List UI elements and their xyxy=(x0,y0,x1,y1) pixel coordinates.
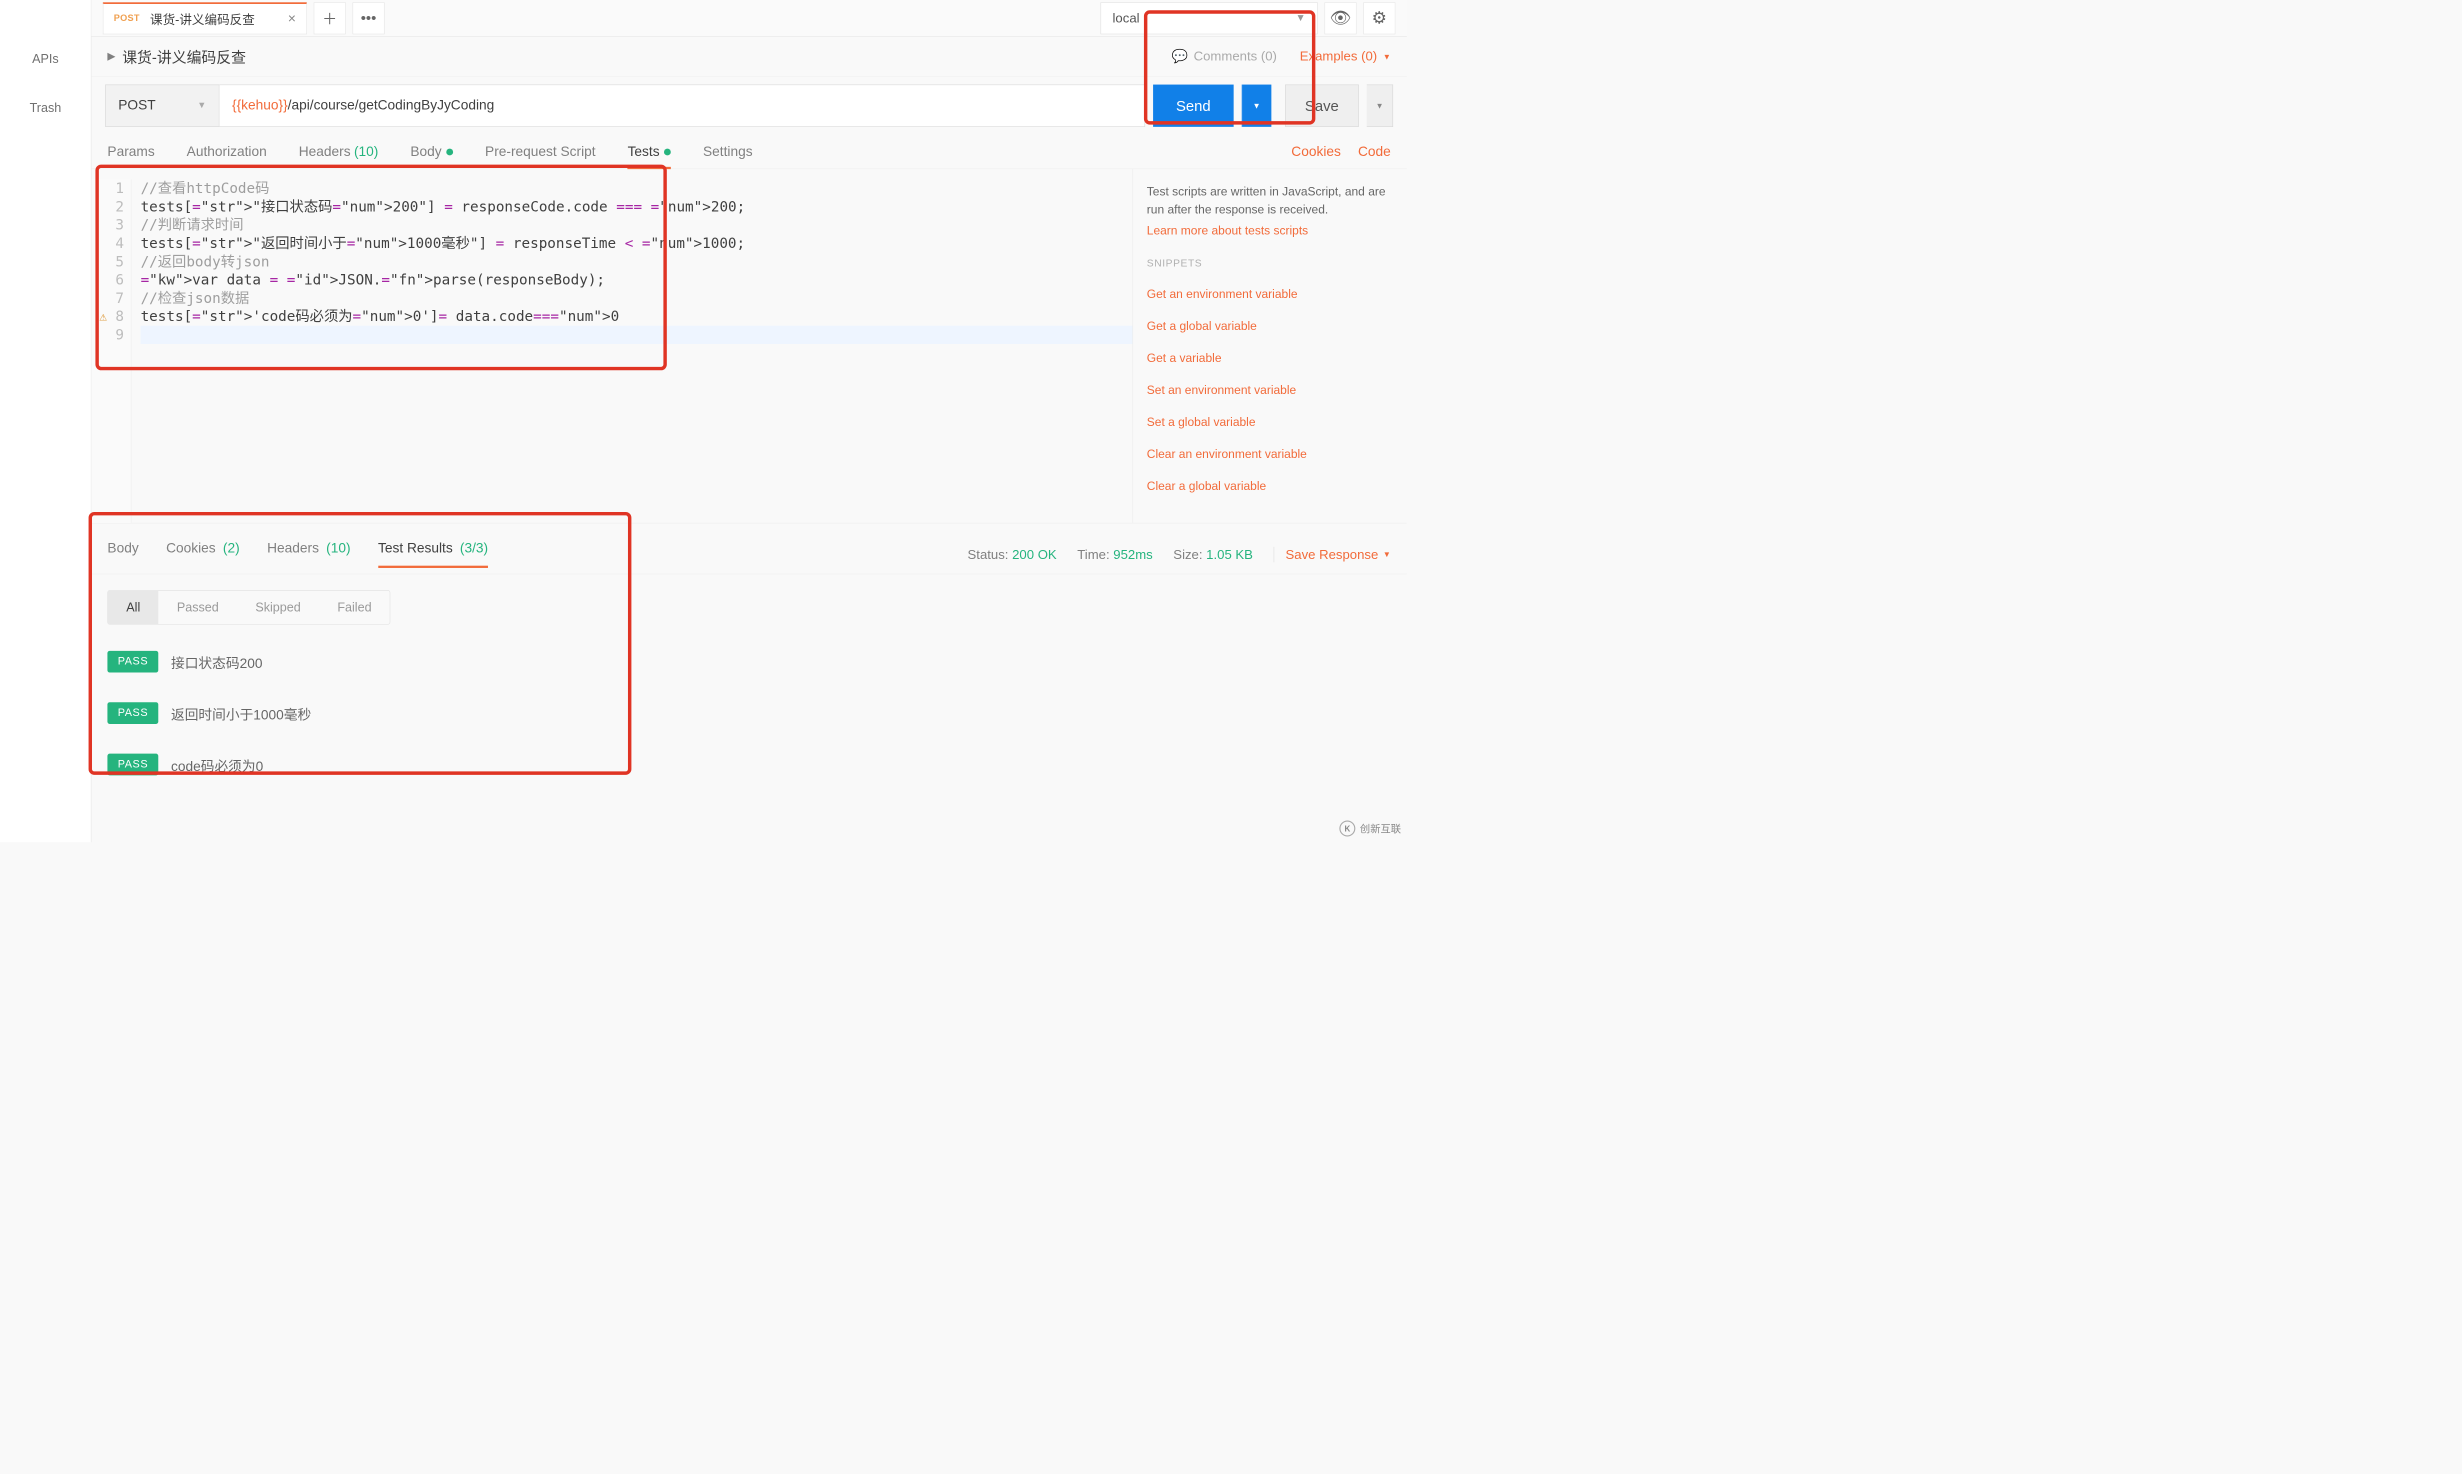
result-filter-row: All Passed Skipped Failed xyxy=(91,574,1406,630)
tab-prerequest[interactable]: Pre-request Script xyxy=(485,135,596,169)
left-sidebar: APIs Trash xyxy=(0,0,91,842)
snippets-panel: Test scripts are written in JavaScript, … xyxy=(1133,169,1407,523)
save-button[interactable]: Save xyxy=(1285,85,1359,127)
snippet-item[interactable]: Clear a global variable xyxy=(1147,480,1393,494)
snippet-item[interactable]: Set a global variable xyxy=(1147,416,1393,430)
request-subtabs: Params Authorization Headers (10) Body P… xyxy=(91,135,1406,169)
chevron-down-icon: ▼ xyxy=(197,101,206,111)
tab-headers[interactable]: Headers (10) xyxy=(299,135,379,169)
filter-passed[interactable]: Passed xyxy=(159,591,238,624)
environment-select[interactable]: local ▼ xyxy=(1101,2,1318,34)
filter-failed[interactable]: Failed xyxy=(319,591,390,624)
request-title: 课货-讲义编码反查 xyxy=(122,46,246,67)
method-select[interactable]: POST ▼ xyxy=(105,85,219,127)
snippet-item[interactable]: Set an environment variable xyxy=(1147,384,1393,398)
test-result-row: PASS code码必须为0 xyxy=(107,739,1390,790)
collapse-icon[interactable]: ▶ xyxy=(107,50,115,62)
tab-bar: POST 课货-讲义编码反查 × ＋ ••• local ▼ 👁 ⚙ xyxy=(91,0,1406,37)
save-response-dropdown[interactable]: Save Response ▼ xyxy=(1274,547,1391,562)
status-badge: PASS xyxy=(107,702,158,724)
url-variable: {{kehuo}} xyxy=(232,98,288,114)
tab-authorization[interactable]: Authorization xyxy=(187,135,267,169)
new-tab-button[interactable]: ＋ xyxy=(314,2,346,34)
save-dropdown-button[interactable]: ▼ xyxy=(1367,85,1393,127)
response-time: Time: 952ms xyxy=(1077,547,1152,562)
chevron-down-icon: ▼ xyxy=(1253,101,1261,110)
chevron-down-icon: ▼ xyxy=(1383,52,1391,61)
learn-more-link[interactable]: Learn more about tests scripts xyxy=(1147,225,1393,239)
request-title-bar: ▶ 课货-讲义编码反查 💬 Comments (0) Examples (0) … xyxy=(91,37,1406,77)
comments-link[interactable]: 💬 Comments (0) xyxy=(1172,49,1277,64)
tab-params[interactable]: Params xyxy=(107,135,154,169)
tab-tests[interactable]: Tests xyxy=(628,135,671,169)
watermark: K 创新互联 xyxy=(1339,821,1401,837)
snippets-description: Test scripts are written in JavaScript, … xyxy=(1147,183,1393,219)
test-result-row: PASS 返回时间小于1000毫秒 xyxy=(107,687,1390,738)
cookies-link[interactable]: Cookies xyxy=(1291,144,1341,160)
test-name: 返回时间小于1000毫秒 xyxy=(171,703,311,723)
filter-all[interactable]: All xyxy=(108,591,159,624)
snippet-item[interactable]: Get a variable xyxy=(1147,352,1393,366)
request-tab[interactable]: POST 课货-讲义编码反查 × xyxy=(103,2,307,34)
test-name: 接口状态码200 xyxy=(171,652,262,672)
snippet-item[interactable]: Get an environment variable xyxy=(1147,288,1393,302)
tab-menu-button[interactable]: ••• xyxy=(353,2,385,34)
url-bar: POST ▼ {{kehuo}} /api/course/getCodingBy… xyxy=(105,85,1393,127)
test-results-list: PASS 接口状态码200 PASS 返回时间小于1000毫秒 PASS code码必须为… xyxy=(91,630,1406,796)
examples-dropdown[interactable]: Examples (0) ▼ xyxy=(1300,49,1391,64)
status-badge: PASS xyxy=(107,754,158,776)
send-dropdown-button[interactable]: ▼ xyxy=(1242,85,1272,127)
resp-tab-body[interactable]: Body xyxy=(107,541,138,568)
snippets-header: SNIPPETS xyxy=(1147,258,1393,270)
environment-value: local xyxy=(1113,10,1140,25)
test-name: code码必须为0 xyxy=(171,755,263,775)
chevron-down-icon: ▼ xyxy=(1376,101,1384,110)
sidebar-item-trash[interactable]: Trash xyxy=(0,83,91,132)
result-filter-chips: All Passed Skipped Failed xyxy=(107,590,390,624)
send-button[interactable]: Send xyxy=(1153,85,1233,127)
url-path: /api/course/getCodingByJyCoding xyxy=(288,98,495,114)
test-result-row: PASS 接口状态码200 xyxy=(107,636,1390,687)
chevron-down-icon: ▼ xyxy=(1383,550,1391,559)
dot-indicator-icon xyxy=(664,148,671,155)
sidebar-item-apis[interactable]: APIs xyxy=(0,34,91,83)
environment-quicklook-button[interactable]: 👁 xyxy=(1325,2,1357,34)
dot-indicator-icon xyxy=(446,148,453,155)
url-input[interactable]: {{kehuo}} /api/course/getCodingByJyCodin… xyxy=(219,85,1145,127)
tab-method: POST xyxy=(114,13,140,23)
code-link[interactable]: Code xyxy=(1358,144,1391,160)
status-badge: PASS xyxy=(107,651,158,673)
resp-tab-cookies[interactable]: Cookies (2) xyxy=(166,541,240,568)
tests-editor[interactable]: 1234567⚠89 //查看httpCode码tests[="str">"接口… xyxy=(91,169,1132,523)
response-tabs: Body Cookies (2) Headers (10) Test Resul… xyxy=(91,523,1406,574)
response-status: Status: 200 OK xyxy=(968,547,1057,562)
close-icon[interactable]: × xyxy=(288,11,296,27)
resp-tab-headers[interactable]: Headers (10) xyxy=(267,541,350,568)
comment-icon: 💬 xyxy=(1172,49,1188,64)
filter-skipped[interactable]: Skipped xyxy=(237,591,319,624)
tab-settings[interactable]: Settings xyxy=(703,135,753,169)
snippet-item[interactable]: Clear an environment variable xyxy=(1147,448,1393,462)
response-size: Size: 1.05 KB xyxy=(1173,547,1253,562)
resp-tab-testresults[interactable]: Test Results (3/3) xyxy=(378,541,488,568)
tab-body[interactable]: Body xyxy=(410,135,453,169)
chevron-down-icon: ▼ xyxy=(1295,12,1305,24)
watermark-logo-icon: K xyxy=(1339,821,1355,837)
tab-title: 课货-讲义编码反查 xyxy=(150,9,255,27)
settings-gear-button[interactable]: ⚙ xyxy=(1363,2,1395,34)
snippet-item[interactable]: Get a global variable xyxy=(1147,320,1393,334)
